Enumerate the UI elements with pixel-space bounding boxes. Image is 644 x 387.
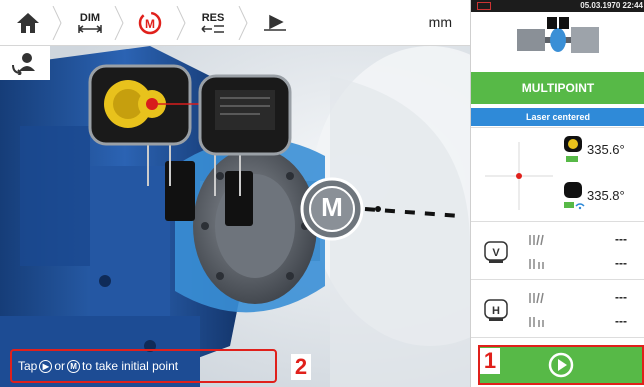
hint-box: Tap ▶ or M to take initial point xyxy=(10,349,277,383)
svg-text:M: M xyxy=(145,17,155,31)
laser-status-bar: Laser centered xyxy=(471,108,644,126)
callout-2: 2 xyxy=(291,354,311,380)
sensor-2-angle: 335.8° xyxy=(587,188,625,203)
sensor-area: 335.6° 335.8° xyxy=(471,127,644,222)
machine-thumbnail[interactable] xyxy=(471,12,644,64)
vertical-machine-icon: V xyxy=(484,241,508,263)
vertical-offset-value: --- xyxy=(615,256,627,270)
machine-view-icon xyxy=(12,53,35,75)
svg-text:H: H xyxy=(492,305,500,317)
status-bar: 05.03.1970 22:44 xyxy=(471,0,644,12)
home-button[interactable] xyxy=(8,0,48,46)
sensor-1-angle: 335.6° xyxy=(587,142,625,157)
sensor-yellow-icon xyxy=(564,136,582,162)
machine-view-button[interactable] xyxy=(0,46,50,80)
horizontal-angularity-value: --- xyxy=(615,290,627,304)
battery-icon xyxy=(477,2,491,10)
vertical-results-row[interactable]: V --- --- xyxy=(471,222,644,280)
vertical-angularity-value: --- xyxy=(615,232,627,246)
dimension-arrows-icon xyxy=(78,24,102,33)
move-button[interactable] xyxy=(252,0,296,46)
horizontal-offset-value: --- xyxy=(615,314,627,328)
angularity-icon xyxy=(529,292,544,304)
callout-1: 1 xyxy=(480,348,500,374)
hint-or: or xyxy=(54,359,66,373)
machine-3d-view[interactable]: M xyxy=(0,46,470,387)
results-button[interactable]: RES xyxy=(190,0,236,46)
horizontal-results-row[interactable]: H --- --- xyxy=(471,280,644,338)
sensor-2-angle-row: 335.8° xyxy=(563,180,644,218)
right-panel: 05.03.1970 22:44 MULTIPOINT Laser center… xyxy=(470,0,644,387)
m-measure-button[interactable]: M xyxy=(318,192,346,222)
hint-text: Tap ▶ or M to take initial point xyxy=(18,359,178,373)
m-circle-icon: M xyxy=(67,359,81,373)
status-time: 05.03.1970 22:44 xyxy=(580,1,643,10)
machine-thumbnail-icon xyxy=(517,17,599,53)
sensor-wifi-icon xyxy=(564,182,585,210)
sensor-1-angle-row: 335.6° xyxy=(563,134,644,172)
take-point-button[interactable] xyxy=(478,345,644,385)
hint-prefix: Tap xyxy=(18,359,38,373)
measure-button[interactable]: M xyxy=(128,0,172,46)
play-circle-icon xyxy=(548,352,574,378)
top-toolbar: DIM M RES mm xyxy=(0,0,470,46)
home-icon xyxy=(17,13,39,33)
res-label: RES xyxy=(201,11,225,24)
laser-point xyxy=(516,173,522,179)
angularity-icon xyxy=(529,234,544,246)
results-arrows-icon xyxy=(201,24,224,33)
multipoint-mode-bar[interactable]: MULTIPOINT xyxy=(471,72,644,104)
dimensions-button[interactable]: DIM xyxy=(68,0,112,46)
hint-suffix: to take initial point xyxy=(82,359,179,373)
horizontal-machine-icon: H xyxy=(484,299,508,321)
dim-label: DIM xyxy=(79,11,101,24)
offset-icon xyxy=(529,317,544,327)
units-label[interactable]: mm xyxy=(429,14,452,30)
measure-icon: M xyxy=(138,11,162,35)
align-icon xyxy=(264,14,286,31)
play-circle-icon: ▶ xyxy=(39,359,53,373)
offset-icon xyxy=(529,259,544,269)
svg-text:V: V xyxy=(492,247,500,259)
laser-target xyxy=(479,136,559,216)
